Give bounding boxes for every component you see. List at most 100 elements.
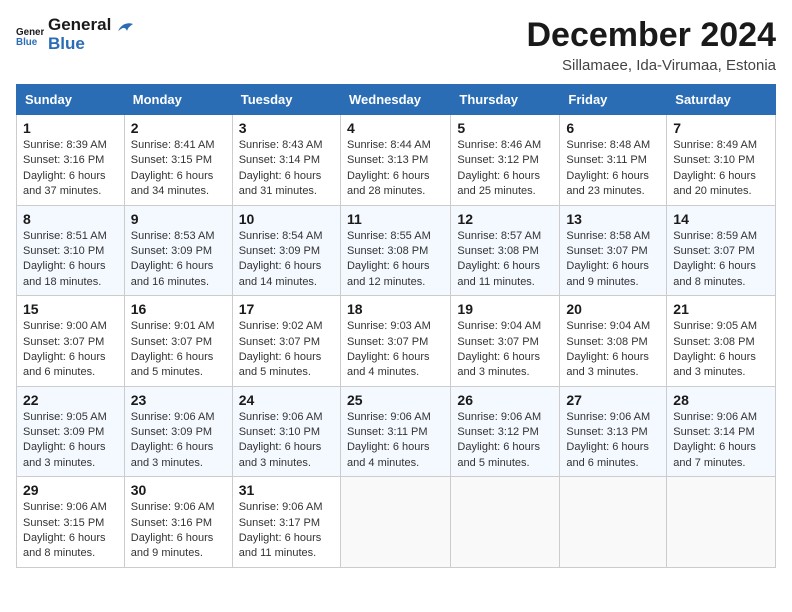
cell-details: Sunrise: 9:04 AMSunset: 3:08 PMDaylight:… xyxy=(566,319,660,381)
cell-details: Sunrise: 8:46 AMSunset: 3:12 PMDaylight:… xyxy=(457,138,553,200)
cell-details: Sunrise: 9:06 AMSunset: 3:16 PMDaylight:… xyxy=(131,500,226,562)
cell-details: Sunrise: 9:00 AMSunset: 3:07 PMDaylight:… xyxy=(23,319,118,381)
title-block: December 2024 Sillamaee, Ida-Virumaa, Es… xyxy=(526,16,776,74)
header: General Blue General Blue December 2024 … xyxy=(16,16,776,74)
calendar-cell: 11Sunrise: 8:55 AMSunset: 3:08 PMDayligh… xyxy=(340,205,450,296)
day-number: 24 xyxy=(239,392,334,408)
calendar-cell xyxy=(340,477,450,568)
calendar-cell: 3Sunrise: 8:43 AMSunset: 3:14 PMDaylight… xyxy=(232,115,340,206)
logo-bird-icon xyxy=(113,19,135,41)
day-number: 9 xyxy=(131,211,226,227)
calendar-cell: 20 Sunrise: 9:04 AMSunset: 3:08 PMDayligh… xyxy=(560,296,667,387)
cell-details: Sunrise: 8:48 AMSunset: 3:11 PMDaylight:… xyxy=(566,138,660,200)
cell-details: Sunrise: 8:57 AMSunset: 3:08 PMDaylight:… xyxy=(457,229,553,291)
calendar-week-row: 15Sunrise: 9:00 AMSunset: 3:07 PMDayligh… xyxy=(17,296,776,387)
calendar-week-row: 22Sunrise: 9:05 AMSunset: 3:09 PMDayligh… xyxy=(17,386,776,477)
weekday-header: Monday xyxy=(124,85,232,115)
calendar-cell: 8 Sunrise: 8:51 AMSunset: 3:10 PMDaylight… xyxy=(17,205,125,296)
day-number: 6 xyxy=(566,120,660,136)
calendar-cell: 22Sunrise: 9:05 AMSunset: 3:09 PMDayligh… xyxy=(17,386,125,477)
cell-details: Sunrise: 9:06 AMSunset: 3:15 PMDaylight:… xyxy=(23,500,118,562)
cell-details: Sunrise: 9:05 AMSunset: 3:08 PMDaylight:… xyxy=(673,319,769,381)
day-number: 27 xyxy=(566,392,660,408)
calendar-cell: 17Sunrise: 9:02 AMSunset: 3:07 PMDayligh… xyxy=(232,296,340,387)
cell-details: Sunrise: 8:59 AMSunset: 3:07 PMDaylight:… xyxy=(673,229,769,291)
day-number: 22 xyxy=(23,392,118,408)
calendar-header: SundayMondayTuesdayWednesdayThursdayFrid… xyxy=(17,85,776,115)
day-number: 17 xyxy=(239,301,334,317)
calendar-cell: 24Sunrise: 9:06 AMSunset: 3:10 PMDayligh… xyxy=(232,386,340,477)
calendar-body: 1 Sunrise: 8:39 AMSunset: 3:16 PMDaylight… xyxy=(17,115,776,568)
calendar-cell xyxy=(451,477,560,568)
calendar-week-row: 8 Sunrise: 8:51 AMSunset: 3:10 PMDaylight… xyxy=(17,205,776,296)
calendar-cell: 2 Sunrise: 8:41 AMSunset: 3:15 PMDaylight… xyxy=(124,115,232,206)
calendar-cell: 16Sunrise: 9:01 AMSunset: 3:07 PMDayligh… xyxy=(124,296,232,387)
day-number: 26 xyxy=(457,392,553,408)
calendar-cell: 9 Sunrise: 8:53 AMSunset: 3:09 PMDaylight… xyxy=(124,205,232,296)
day-number: 30 xyxy=(131,482,226,498)
calendar-week-row: 29Sunrise: 9:06 AMSunset: 3:15 PMDayligh… xyxy=(17,477,776,568)
cell-details: Sunrise: 8:44 AMSunset: 3:13 PMDaylight:… xyxy=(347,138,444,200)
day-number: 11 xyxy=(347,211,444,227)
cell-details: Sunrise: 8:58 AMSunset: 3:07 PMDaylight:… xyxy=(566,229,660,291)
day-number: 13 xyxy=(566,211,660,227)
day-number: 21 xyxy=(673,301,769,317)
weekday-header: Wednesday xyxy=(340,85,450,115)
day-number: 1 xyxy=(23,120,118,136)
day-number: 18 xyxy=(347,301,444,317)
day-number: 8 xyxy=(23,211,118,227)
calendar-cell: 28Sunrise: 9:06 AMSunset: 3:14 PMDayligh… xyxy=(667,386,776,477)
calendar-cell: 7 Sunrise: 8:49 AMSunset: 3:10 PMDaylight… xyxy=(667,115,776,206)
day-number: 2 xyxy=(131,120,226,136)
calendar-cell: 15Sunrise: 9:00 AMSunset: 3:07 PMDayligh… xyxy=(17,296,125,387)
day-number: 23 xyxy=(131,392,226,408)
day-number: 10 xyxy=(239,211,334,227)
day-number: 20 xyxy=(566,301,660,317)
calendar-cell xyxy=(560,477,667,568)
calendar-cell: 23 Sunrise: 9:06 AMSunset: 3:09 PMDayligh… xyxy=(124,386,232,477)
logo-line1: General xyxy=(48,16,111,35)
day-number: 19 xyxy=(457,301,553,317)
day-number: 31 xyxy=(239,482,334,498)
cell-details: Sunrise: 8:39 AMSunset: 3:16 PMDaylight:… xyxy=(23,138,118,200)
logo: General Blue General Blue xyxy=(16,16,135,53)
calendar-cell: 31Sunrise: 9:06 AMSunset: 3:17 PMDayligh… xyxy=(232,477,340,568)
cell-details: Sunrise: 9:06 AMSunset: 3:14 PMDaylight:… xyxy=(673,410,769,472)
calendar-cell: 25 Sunrise: 9:06 AMSunset: 3:11 PMDayligh… xyxy=(340,386,450,477)
logo-icon: General Blue xyxy=(16,21,44,49)
cell-details: Sunrise: 8:41 AMSunset: 3:15 PMDaylight:… xyxy=(131,138,226,200)
calendar-cell xyxy=(667,477,776,568)
calendar-cell: 30 Sunrise: 9:06 AMSunset: 3:16 PMDayligh… xyxy=(124,477,232,568)
cell-details: Sunrise: 8:43 AMSunset: 3:14 PMDaylight:… xyxy=(239,138,334,200)
calendar-table: SundayMondayTuesdayWednesdayThursdayFrid… xyxy=(16,84,776,568)
cell-details: Sunrise: 8:53 AMSunset: 3:09 PMDaylight:… xyxy=(131,229,226,291)
calendar-cell: 29Sunrise: 9:06 AMSunset: 3:15 PMDayligh… xyxy=(17,477,125,568)
calendar-cell: 26 Sunrise: 9:06 AMSunset: 3:12 PMDayligh… xyxy=(451,386,560,477)
weekday-header: Friday xyxy=(560,85,667,115)
calendar-cell: 4Sunrise: 8:44 AMSunset: 3:13 PMDaylight… xyxy=(340,115,450,206)
logo-line2: Blue xyxy=(48,35,111,54)
cell-details: Sunrise: 8:49 AMSunset: 3:10 PMDaylight:… xyxy=(673,138,769,200)
location-subtitle: Sillamaee, Ida-Virumaa, Estonia xyxy=(526,57,776,74)
calendar-cell: 21 Sunrise: 9:05 AMSunset: 3:08 PMDayligh… xyxy=(667,296,776,387)
weekday-header: Sunday xyxy=(17,85,125,115)
cell-details: Sunrise: 9:06 AMSunset: 3:11 PMDaylight:… xyxy=(347,410,444,472)
weekday-header: Thursday xyxy=(451,85,560,115)
cell-details: Sunrise: 9:06 AMSunset: 3:09 PMDaylight:… xyxy=(131,410,226,472)
cell-details: Sunrise: 8:51 AMSunset: 3:10 PMDaylight:… xyxy=(23,229,118,291)
cell-details: Sunrise: 9:06 AMSunset: 3:12 PMDaylight:… xyxy=(457,410,553,472)
calendar-cell: 18Sunrise: 9:03 AMSunset: 3:07 PMDayligh… xyxy=(340,296,450,387)
cell-details: Sunrise: 9:06 AMSunset: 3:13 PMDaylight:… xyxy=(566,410,660,472)
cell-details: Sunrise: 9:04 AMSunset: 3:07 PMDaylight:… xyxy=(457,319,553,381)
calendar-cell: 10Sunrise: 8:54 AMSunset: 3:09 PMDayligh… xyxy=(232,205,340,296)
calendar-cell: 19 Sunrise: 9:04 AMSunset: 3:07 PMDayligh… xyxy=(451,296,560,387)
day-number: 5 xyxy=(457,120,553,136)
svg-text:Blue: Blue xyxy=(16,36,38,47)
calendar-cell: 12Sunrise: 8:57 AMSunset: 3:08 PMDayligh… xyxy=(451,205,560,296)
day-number: 16 xyxy=(131,301,226,317)
calendar-cell: 14Sunrise: 8:59 AMSunset: 3:07 PMDayligh… xyxy=(667,205,776,296)
day-number: 7 xyxy=(673,120,769,136)
calendar-cell: 6 Sunrise: 8:48 AMSunset: 3:11 PMDaylight… xyxy=(560,115,667,206)
calendar-cell: 1 Sunrise: 8:39 AMSunset: 3:16 PMDaylight… xyxy=(17,115,125,206)
day-number: 25 xyxy=(347,392,444,408)
